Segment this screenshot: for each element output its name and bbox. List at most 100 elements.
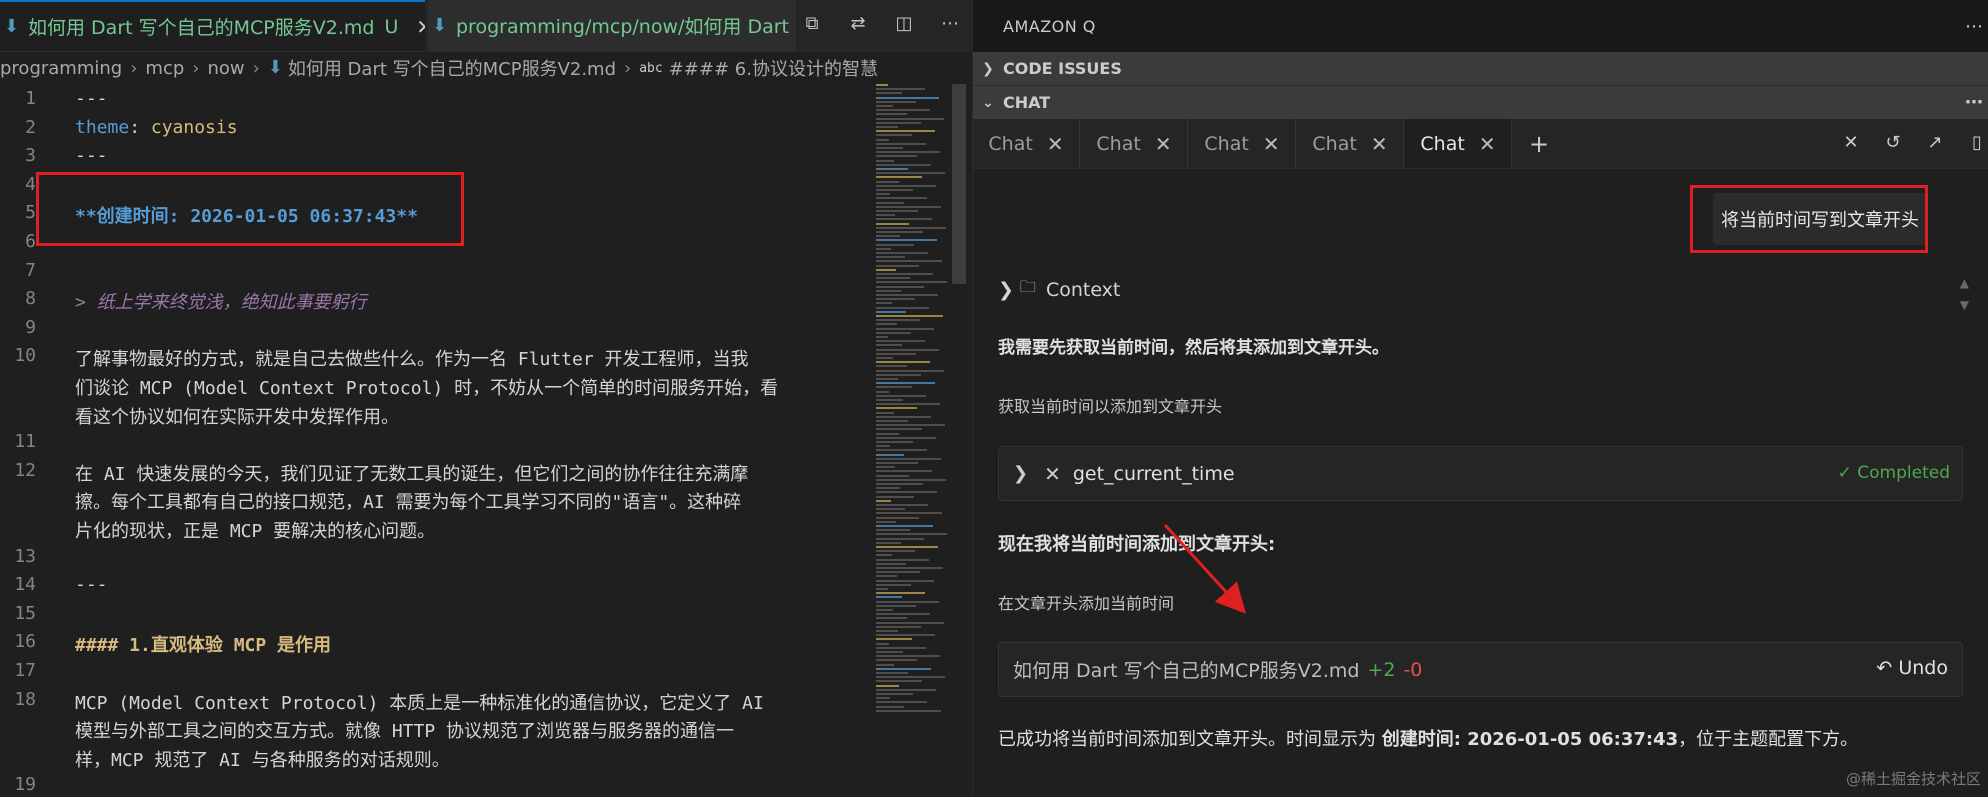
close-icon[interactable]: ✕ — [1155, 132, 1172, 156]
check-icon: ✓ — [1837, 463, 1852, 483]
tool-call-card[interactable]: ❯ ✕ get_current_time ✓ Completed — [998, 446, 1963, 501]
tool-name: get_current_time — [1072, 462, 1235, 485]
breadcrumb-item[interactable]: mcp — [145, 58, 184, 79]
breadcrumb-item[interactable]: #### 6.协议设计的智慧 — [669, 55, 878, 81]
more-actions-icon[interactable]: ⋯ — [1965, 92, 1983, 113]
message-text: ，位于主题配置下方。 — [1678, 729, 1859, 750]
editor-tab-active[interactable]: ⬇ 如何用 Dart 写个自己的MCP服务V2.md U ✕ — [0, 0, 425, 51]
code-line: --- — [75, 145, 108, 167]
minimap[interactable] — [872, 84, 950, 797]
minimap-line — [876, 285, 924, 288]
breadcrumb-item[interactable]: now — [207, 58, 244, 79]
panel-header: AMAZON Q ⋯ — [973, 0, 1988, 52]
context-toggle[interactable]: ❯ 🗀 Context — [998, 276, 1120, 303]
minimap-line — [876, 546, 938, 548]
minimap-line — [876, 512, 942, 515]
minimap-line — [876, 449, 927, 452]
minimap-line — [876, 592, 925, 595]
line-number: 4 — [25, 173, 36, 195]
close-icon[interactable]: ✕ — [1263, 132, 1280, 156]
minimap-line — [876, 667, 931, 670]
section-chat[interactable]: ⌄ CHAT ⋯ — [973, 85, 1988, 119]
history-icon[interactable]: ↺ — [1881, 131, 1905, 155]
chat-tab[interactable]: Chat ✕ — [1081, 119, 1188, 168]
minimap-line — [876, 130, 935, 133]
tools-icon[interactable]: ✕ — [1839, 131, 1863, 155]
annotation-highlight-box — [1690, 185, 1928, 253]
more-actions-icon[interactable]: ⋯ — [938, 12, 962, 36]
chevron-right-icon: › — [130, 57, 138, 79]
file-change-card[interactable]: 如何用 Dart 写个自己的MCP服务V2.md +2 -0 ↶ Undo — [998, 642, 1963, 697]
chevron-right-icon: › — [192, 57, 200, 79]
close-icon[interactable]: ✕ — [1371, 132, 1388, 156]
scroll-arrows[interactable]: ▲ ▼ — [1960, 272, 1969, 316]
minimap-line — [876, 264, 919, 267]
undo-button[interactable]: ↶ Undo — [1876, 657, 1948, 679]
editor-pane: ⬇ 如何用 Dart 写个自己的MCP服务V2.md U ✕ ⬇ program… — [0, 0, 972, 797]
section-code-issues[interactable]: ❯ CODE ISSUES — [973, 52, 1988, 85]
minimap-line — [876, 214, 895, 217]
close-icon[interactable]: ✕ — [1479, 132, 1496, 156]
more-actions-icon[interactable]: ⋯ — [1965, 16, 1983, 37]
code-line: MCP (Model Context Protocol) 本质上是一种标准化的通… — [75, 692, 764, 714]
minimap-line — [876, 684, 899, 687]
line-number: 17 — [14, 660, 36, 681]
minimap-line — [876, 562, 906, 565]
editor-actions: ⧉ ⇄ ◫ ⋯ — [800, 12, 962, 36]
untracked-badge: U — [384, 15, 399, 38]
minimap-line — [876, 474, 909, 477]
minimap-line — [876, 189, 913, 191]
chat-tab-active[interactable]: Chat ✕ — [1405, 119, 1512, 168]
minimap-line — [876, 436, 936, 439]
file-name[interactable]: 如何用 Dart 写个自己的MCP服务V2.md — [1013, 656, 1359, 683]
editor-tab-label: programming/mcp/now/如何用 Dart — [456, 16, 789, 38]
minimap-line — [876, 121, 921, 124]
code-line: 样，MCP 规范了 AI 与各种服务的对话规则。 — [75, 749, 450, 771]
line-number: 16 — [14, 631, 36, 653]
chat-tab-label: Chat — [1312, 132, 1357, 155]
message-text: 已成功将当前时间添加到文章开头。时间显示为 — [998, 729, 1382, 750]
chat-toolbar: ✕ ↺ ↗ ▯ — [1839, 131, 1988, 155]
tool-description: 获取当前时间以添加到文章开头 — [998, 397, 1223, 416]
panel-icon[interactable]: ▯ — [1965, 131, 1988, 155]
minimap-line — [876, 235, 900, 238]
chat-tab[interactable]: Chat ✕ — [1297, 119, 1404, 168]
chat-tab-label: Chat — [1420, 132, 1465, 155]
minimap-line — [876, 222, 909, 225]
chat-tab[interactable]: Chat ✕ — [1189, 119, 1296, 168]
new-chat-tab-button[interactable]: + — [1521, 119, 1557, 168]
minimap-line — [876, 537, 924, 540]
editor-tab-preview[interactable]: ⬇ programming/mcp/now/如何用 Dart — [428, 0, 796, 51]
close-icon[interactable]: ✕ — [1047, 132, 1064, 156]
undo-label: Undo — [1898, 657, 1948, 679]
compare-changes-icon[interactable]: ⇄ — [846, 12, 870, 36]
editor-tab-label: 如何用 Dart 写个自己的MCP服务V2.md — [28, 17, 375, 39]
vertical-scrollbar[interactable] — [952, 84, 966, 284]
close-icon[interactable]: ✕ — [416, 15, 425, 39]
editor-tab-bar: ⬇ 如何用 Dart 写个自己的MCP服务V2.md U ✕ ⬇ program… — [0, 0, 972, 52]
minimap-line — [876, 407, 917, 410]
open-external-icon[interactable]: ↗ — [1923, 131, 1947, 155]
minimap-line — [876, 399, 903, 401]
code-line: theme: cyanosis — [75, 117, 238, 138]
chevron-down-icon: ⌄ — [982, 94, 994, 111]
split-editor-icon[interactable]: ◫ — [892, 12, 916, 36]
breadcrumb-item[interactable]: programming — [0, 58, 122, 79]
assistant-message: 我需要先获取当前时间，然后将其添加到文章开头。 — [998, 338, 1389, 358]
chevron-right-icon: ❯ — [998, 278, 1014, 301]
minimap-line — [876, 504, 928, 506]
minimap-line — [876, 226, 946, 229]
annotation-highlight-box — [36, 172, 464, 246]
minimap-line — [876, 613, 930, 616]
chat-tab[interactable]: Chat ✕ — [973, 119, 1080, 168]
breadcrumb-item[interactable]: 如何用 Dart 写个自己的MCP服务V2.md — [288, 55, 616, 81]
minimap-line — [876, 310, 906, 313]
markdown-file-icon: ⬇ — [432, 14, 448, 36]
minimap-line — [876, 218, 932, 221]
minimap-line — [876, 151, 940, 154]
chat-tab-bar: Chat ✕ Chat ✕ Chat ✕ Chat ✕ Chat ✕ + ✕ ↺ ↗ ▯ — [973, 119, 1988, 169]
minimap-line — [876, 487, 900, 490]
minimap-line — [876, 109, 930, 112]
minimap-line — [876, 281, 947, 284]
open-preview-icon[interactable]: ⧉ — [800, 12, 824, 36]
